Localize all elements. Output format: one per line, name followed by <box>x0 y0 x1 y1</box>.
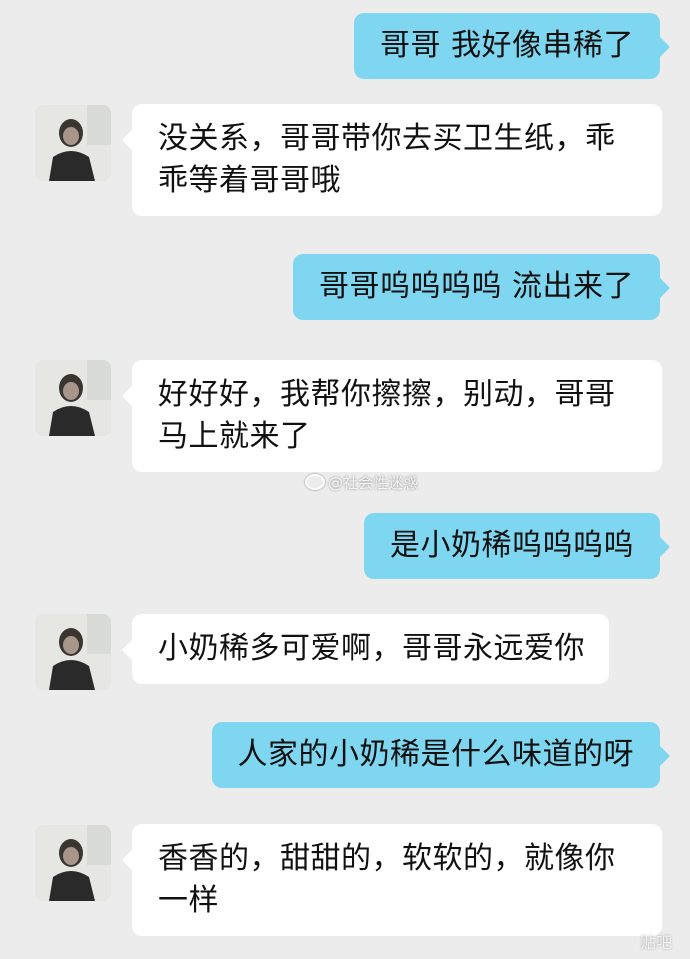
received-message-bubble[interactable]: 小奶稀多可爱啊，哥哥永远爱你 <box>122 614 609 684</box>
received-message-bubble[interactable]: 没关系，哥哥带你去买卫生纸，乖 乖等着哥哥哦 <box>122 104 662 216</box>
contact-avatar[interactable] <box>35 360 111 436</box>
received-message-bubble[interactable]: 好好好，我帮你擦擦，别动，哥哥 马上就来了 <box>122 360 662 472</box>
weibo-watermark: @社会性迷惑 <box>305 472 418 493</box>
contact-avatar[interactable] <box>35 105 111 181</box>
platform-watermark: 贴吧 <box>640 929 672 953</box>
contact-avatar[interactable] <box>35 825 111 901</box>
message-text-line: 香香的，甜甜的，软软的，就像你 <box>158 841 616 876</box>
corner-mark-text: 贴吧 <box>639 933 672 952</box>
message-text-line: 好好好，我帮你擦擦，别动，哥哥 <box>158 377 616 412</box>
user-photo-avatar-icon <box>35 825 111 901</box>
message-text-line: 乖等着哥哥哦 <box>158 163 341 198</box>
sent-message-bubble[interactable]: 是小奶稀呜呜呜呜 <box>364 513 670 579</box>
contact-avatar[interactable] <box>35 614 111 690</box>
message-text: 人家的小奶稀是什么味道的呀 <box>237 737 634 772</box>
message-text-line: 一样 <box>158 883 219 918</box>
message-text: 是小奶稀呜呜呜呜 <box>390 528 634 563</box>
weibo-logo-icon <box>305 474 325 490</box>
message-text-line: 小奶稀多可爱啊，哥哥永远爱你 <box>158 631 585 666</box>
user-photo-avatar-icon <box>35 614 111 690</box>
chat-conversation: 哥哥 我好像串稀了 没关系，哥哥带你去买卫生纸，乖 乖等着哥哥哦 哥哥呜呜呜呜 … <box>0 0 690 959</box>
message-text-line: 没关系，哥哥带你去买卫生纸，乖 <box>158 121 616 156</box>
sent-message-bubble[interactable]: 哥哥 我好像串稀了 <box>353 13 671 79</box>
watermark-text: @社会性迷惑 <box>328 474 419 492</box>
message-text-line: 马上就来了 <box>158 419 311 454</box>
sent-message-bubble[interactable]: 人家的小奶稀是什么味道的呀 <box>211 722 670 788</box>
message-text: 哥哥 我好像串稀了 <box>379 28 634 63</box>
sent-message-bubble[interactable]: 哥哥呜呜呜呜 流出来了 <box>292 254 671 320</box>
user-photo-avatar-icon <box>35 360 111 436</box>
received-message-bubble[interactable]: 香香的，甜甜的，软软的，就像你 一样 <box>122 824 662 936</box>
user-photo-avatar-icon <box>35 105 111 181</box>
message-text: 哥哥呜呜呜呜 流出来了 <box>318 269 634 304</box>
